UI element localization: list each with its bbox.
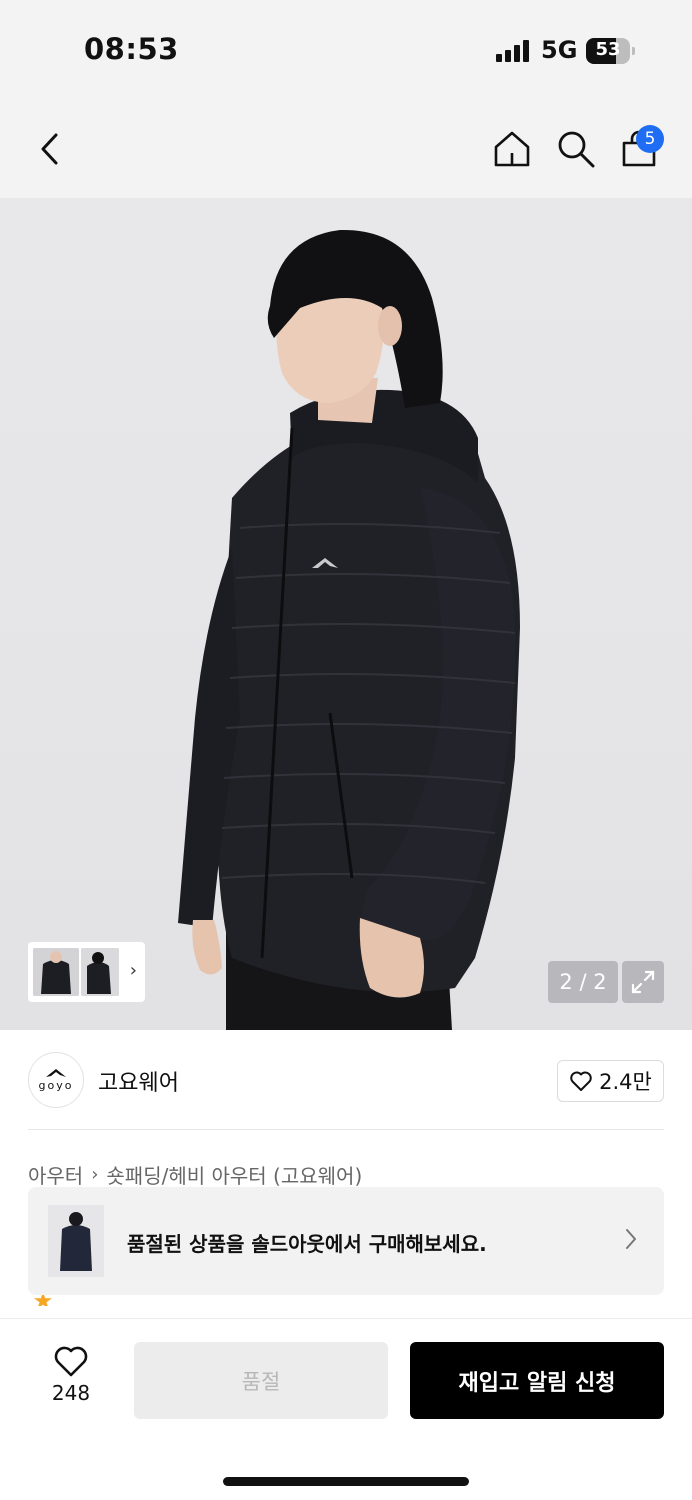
brand-logo[interactable]: goyo <box>28 1052 84 1108</box>
soldout-promo-banner[interactable]: 품절된 상품을 솔드아웃에서 구매해보세요. <box>28 1187 664 1295</box>
battery-tip <box>632 47 635 55</box>
brand-logo-text: goyo <box>38 1079 74 1092</box>
thumbnail-front[interactable] <box>33 948 79 996</box>
soldout-button: 품절 <box>134 1342 388 1419</box>
brand-row[interactable]: goyo 고요웨어 2.4만 <box>0 1030 692 1130</box>
chevron-right-icon: › <box>129 960 137 981</box>
home-button[interactable] <box>489 126 535 172</box>
battery-level: 53 <box>595 39 621 60</box>
search-icon <box>558 131 595 168</box>
breadcrumb-subcategory[interactable]: 숏패딩/헤비 아우터 (고요웨어) <box>106 1160 362 1189</box>
banner-product-thumbnail <box>48 1205 104 1277</box>
home-icon <box>494 131 530 167</box>
divider <box>28 1129 664 1130</box>
back-button[interactable] <box>27 126 73 172</box>
status-time: 08:53 <box>84 32 179 66</box>
thumbnail-strip[interactable]: › <box>28 942 145 1002</box>
home-indicator <box>223 1477 469 1486</box>
product-image[interactable]: › 2 / 2 <box>0 198 692 1030</box>
breadcrumb: 아우터 › 숏패딩/헤비 아우터 (고요웨어) <box>28 1160 362 1189</box>
search-button[interactable] <box>553 126 599 172</box>
mountain-logo-icon <box>46 1069 66 1077</box>
image-counter: 2 / 2 <box>548 961 618 1003</box>
model-photo <box>178 229 521 1030</box>
soldout-banner-text: 품절된 상품을 솔드아웃에서 구매해보세요. <box>127 1232 487 1256</box>
cart-count-badge: 5 <box>636 125 664 153</box>
top-nav-bar <box>0 100 692 198</box>
brand-like-count: 2.4만 <box>599 1070 652 1094</box>
brand-like-button[interactable]: 2.4만 <box>557 1060 664 1102</box>
heart-icon <box>570 1071 592 1091</box>
chevron-left-icon <box>41 133 58 165</box>
chevron-right-icon <box>626 1229 636 1249</box>
brand-name[interactable]: 고요웨어 <box>98 1065 179 1097</box>
wishlist-button[interactable]: 248 <box>36 1345 106 1405</box>
thumbnail-side[interactable] <box>81 948 119 996</box>
bottom-action-bar: 248 품절 재입고 알림 신청 <box>0 1318 692 1500</box>
battery-icon: 53 <box>586 38 630 64</box>
wishlist-count: 248 <box>51 1381 91 1405</box>
signal-icon <box>496 40 529 62</box>
restock-alert-button[interactable]: 재입고 알림 신청 <box>410 1342 664 1419</box>
status-bar: 08:53 5G 53 <box>0 0 692 100</box>
breadcrumb-category[interactable]: 아우터 <box>28 1160 83 1189</box>
expand-button[interactable] <box>622 961 664 1003</box>
network-type: 5G <box>541 36 578 64</box>
chevron-right-icon: › <box>91 1164 99 1185</box>
heart-icon <box>54 1346 88 1377</box>
expand-icon <box>631 970 655 994</box>
